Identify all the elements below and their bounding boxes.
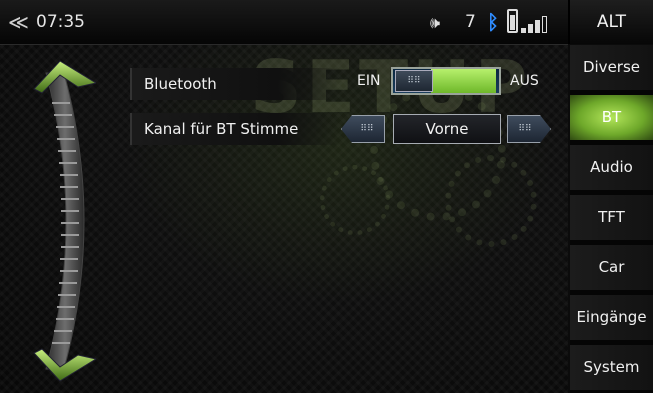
toggle-off-label: AUS: [510, 73, 539, 89]
toggle-fill: [431, 69, 496, 93]
volume-level: 7: [465, 12, 476, 32]
battery-icon: [507, 9, 518, 33]
sidebar-item-car[interactable]: Car: [570, 245, 653, 290]
scroll-rail[interactable]: [26, 53, 96, 389]
sidebar-item-system[interactable]: System: [570, 345, 653, 390]
bluetooth-toggle[interactable]: ⠿⠿: [391, 67, 501, 95]
channel-value: Vorne: [393, 114, 501, 144]
gear-decoration: [445, 155, 537, 247]
sidebar-item-audio[interactable]: Audio: [570, 145, 653, 190]
toggle-on-label: EIN: [357, 73, 381, 89]
bluetooth-icon: ᛒ: [487, 10, 499, 34]
gear-decoration: [320, 165, 390, 235]
bluetooth-setting-label: Bluetooth: [130, 68, 340, 100]
clock: 07:35: [36, 12, 85, 32]
sidebar-item-diverse[interactable]: Diverse: [570, 45, 653, 90]
setup-main-panel: SETUP: [0, 45, 568, 393]
channel-setting-label: Kanal für BT Stimme: [130, 113, 340, 145]
toggle-knob[interactable]: ⠿⠿: [395, 70, 433, 92]
status-bar: ≪ 07:35 🕪 7 ᛒ: [0, 0, 568, 45]
back-icon[interactable]: ≪: [8, 12, 29, 32]
sidebar-item-tft[interactable]: TFT: [570, 195, 653, 240]
sidebar-item-eingänge[interactable]: Eingänge: [570, 295, 653, 340]
alt-button[interactable]: ALT: [570, 0, 653, 44]
channel-next-button[interactable]: ⠿⠿: [507, 115, 551, 143]
setup-sidebar: Diverse BT Audio TFT Car Eingänge System: [570, 45, 653, 393]
speaker-icon[interactable]: 🕪: [430, 13, 440, 33]
signal-strength-icon: [521, 15, 557, 33]
sidebar-item-bt[interactable]: BT: [570, 95, 653, 140]
